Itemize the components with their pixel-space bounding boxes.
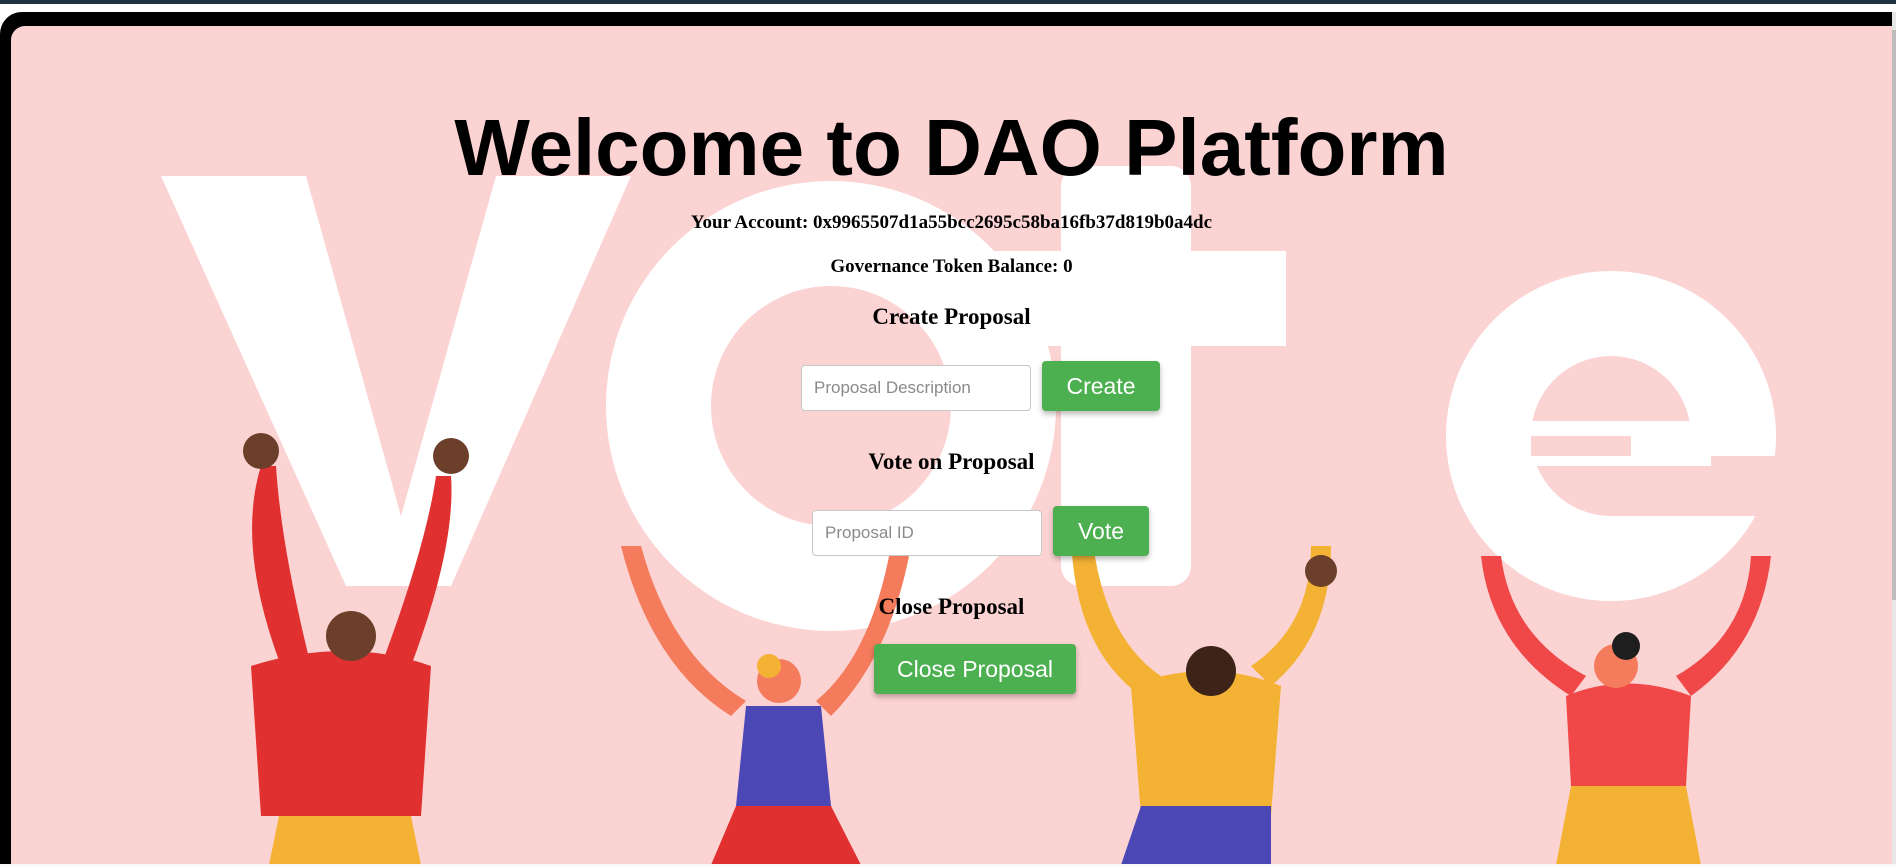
proposal-description-input[interactable] xyxy=(801,365,1031,411)
token-balance: Governance Token Balance: 0 xyxy=(830,256,1073,277)
vote-proposal-heading: Vote on Proposal xyxy=(868,449,1035,474)
main-content: Welcome to DAO Platform Your Account: 0x… xyxy=(11,26,1892,865)
proposal-id-input[interactable] xyxy=(812,510,1042,556)
scrollbar-thumb[interactable] xyxy=(1892,30,1896,600)
page-title: Welcome to DAO Platform xyxy=(454,103,1449,192)
app-panel: Welcome to DAO Platform Your Account: 0x… xyxy=(11,26,1892,865)
browser-top-strip xyxy=(0,0,1896,4)
close-proposal-button[interactable]: Close Proposal xyxy=(874,644,1076,694)
close-proposal-heading: Close Proposal xyxy=(878,594,1025,619)
account-address: Your Account: 0x9965507d1a55bcc2695c58ba… xyxy=(690,212,1213,233)
create-button[interactable]: Create xyxy=(1042,361,1160,411)
vote-button[interactable]: Vote xyxy=(1053,506,1149,556)
create-proposal-heading: Create Proposal xyxy=(872,304,1031,329)
